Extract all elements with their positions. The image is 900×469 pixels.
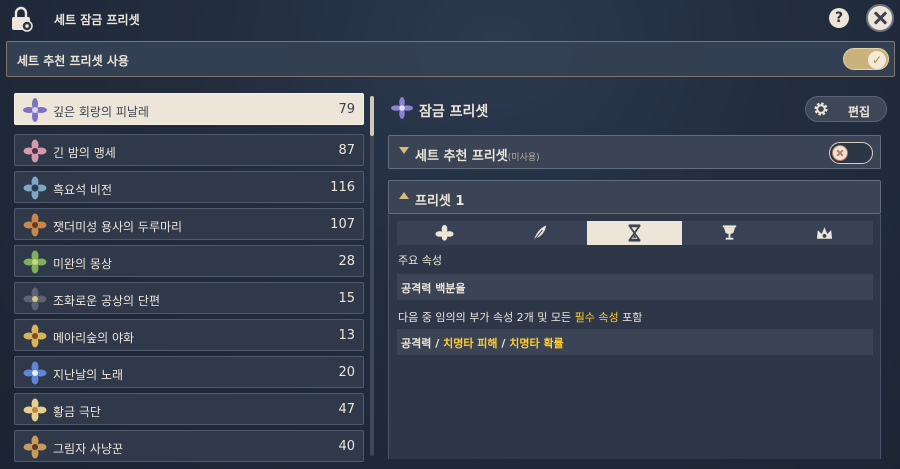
list-item[interactable]: 지난날의 노래 20 (14, 356, 364, 388)
green-flower-icon (23, 250, 47, 274)
tab-plume[interactable] (492, 221, 587, 245)
set-count: 87 (338, 143, 355, 158)
tab-goblet[interactable] (682, 221, 777, 245)
use-recommended-preset-label: 세트 추천 프리셋 사용 (17, 54, 129, 68)
list-item[interactable]: 긴 밤의 맹세 87 (14, 134, 364, 166)
tab-circlet[interactable] (777, 221, 872, 245)
sub-stat-crit-dmg: 치명타 피해 (443, 337, 498, 350)
scrollbar-thumb[interactable] (370, 96, 374, 136)
main-stat-value: 공격력 백분율 (401, 282, 466, 295)
tab-flower[interactable] (397, 221, 492, 245)
violet-flower-icon (391, 97, 413, 119)
sub-stat-rule-prefix: 다음 중 임의의 부가 속성 2개 및 모든 (398, 311, 572, 324)
set-name: 황금 극단 (53, 405, 101, 419)
set-count: 79 (338, 102, 355, 117)
artifact-set-list: 깊은 회랑의 피날레 79 긴 밤의 맹세 87 흑요석 비전 116 잿더미성… (14, 93, 366, 469)
list-scrollbar[interactable] (370, 96, 374, 456)
list-item[interactable]: 조화로운 공상의 단편 15 (14, 282, 364, 314)
pink-flower-icon (23, 139, 47, 163)
list-item[interactable]: 황금 극단 47 (14, 393, 364, 425)
set-name: 흑요석 비전 (53, 183, 113, 197)
close-button[interactable] (866, 4, 894, 32)
sub-stats-value: 공격력 / 치명타 피해 / 치명타 확률 (401, 335, 564, 351)
section-title: 세트 추천 프리셋(미사용) (415, 149, 540, 164)
recommend-preset-section[interactable]: 세트 추천 프리셋(미사용) (388, 135, 881, 169)
gold-flower-icon (23, 324, 47, 348)
hourglass-icon (628, 224, 641, 242)
use-recommended-preset-toggle[interactable]: ✓ (843, 48, 889, 70)
scroll-flower-icon (23, 213, 47, 237)
set-name: 긴 밤의 맹세 (53, 146, 116, 160)
required-stat-highlight: 필수 속성 (574, 311, 619, 324)
golden-flower-icon (23, 398, 47, 422)
gear-icon (814, 102, 828, 116)
sub-stat-rule-suffix: 포함 (622, 311, 643, 324)
dark-flower-icon (23, 287, 47, 311)
list-item[interactable]: 메아리숲의 야화 13 (14, 319, 364, 351)
set-count: 28 (338, 254, 355, 269)
panel-title: 잠금 프리셋 (419, 104, 489, 120)
blue-flower-icon (23, 361, 47, 385)
sub-stat-crit-rate: 치명타 확률 (509, 337, 564, 350)
sub-stats-box: 공격력 / 치명타 피해 / 치명타 확률 (397, 329, 873, 355)
main-stat-label: 주요 속성 (398, 254, 442, 267)
edit-button[interactable]: 편집 (805, 96, 887, 122)
main-stat-box: 공격력 백분율 (397, 274, 873, 300)
list-item[interactable]: 깊은 회랑의 피날레 79 (14, 93, 364, 125)
flower-icon (435, 224, 454, 241)
set-name: 깊은 회랑의 피날레 (53, 105, 149, 119)
list-item[interactable]: 미완의 몽상 28 (14, 245, 364, 277)
sub-stat-atk: 공격력 (401, 337, 432, 350)
preset-body: 주요 속성 공격력 백분율 다음 중 임의의 부가 속성 2개 및 모든 필수 … (388, 214, 881, 459)
sub-stat-rule: 다음 중 임의의 부가 속성 2개 및 모든 필수 속성 포함 (398, 309, 642, 325)
crown-icon (816, 227, 833, 239)
page-title: 세트 잠금 프리셋 (54, 13, 140, 27)
collapse-arrow-icon (399, 147, 409, 154)
set-name: 메아리숲의 야화 (53, 331, 135, 345)
use-recommended-preset-row: 세트 추천 프리셋 사용 ✓ (6, 41, 895, 77)
set-count: 13 (338, 328, 355, 343)
violet-flower-icon (23, 98, 47, 122)
help-icon[interactable]: ? (829, 8, 849, 28)
set-name: 미완의 몽상 (53, 257, 113, 271)
section-subtitle: (미사용) (507, 153, 540, 163)
set-name: 잿더미성 용사의 두루마리 (53, 220, 183, 234)
set-count: 107 (330, 217, 355, 232)
set-name: 지난날의 노래 (53, 368, 124, 382)
list-item[interactable]: 그림자 사냥꾼 40 (14, 430, 364, 462)
set-count: 20 (338, 365, 355, 380)
list-item[interactable]: 흑요석 비전 116 (14, 171, 364, 203)
feather-icon (533, 225, 547, 241)
check-icon: ✓ (868, 51, 886, 69)
set-count: 15 (338, 291, 355, 306)
separator: / (501, 337, 506, 350)
tab-sands[interactable] (587, 221, 682, 245)
expand-arrow-icon (399, 192, 409, 199)
obsidian-flower-icon (23, 176, 47, 200)
set-count: 116 (330, 180, 355, 195)
preset-1-section[interactable]: 프리셋 1 (388, 180, 881, 214)
recommend-preset-toggle[interactable] (829, 142, 873, 164)
goblet-icon (722, 225, 737, 240)
artifact-slot-tabs (397, 221, 873, 245)
separator: / (435, 337, 440, 350)
title-bar: 세트 잠금 프리셋 ? (0, 0, 900, 38)
list-item[interactable]: 잿더미성 용사의 두루마리 107 (14, 208, 364, 240)
set-count: 47 (338, 402, 355, 417)
hunter-flower-icon (23, 435, 47, 459)
window: 세트 잠금 프리셋 ? 세트 추천 프리셋 사용 ✓ 깊은 회랑의 피날레 79… (0, 0, 900, 469)
set-count: 40 (338, 439, 355, 454)
x-icon (832, 145, 848, 161)
section-title: 프리셋 1 (415, 194, 465, 209)
edit-button-label: 편집 (848, 105, 871, 119)
lock-gear-icon (12, 6, 33, 32)
set-name: 그림자 사냥꾼 (53, 442, 124, 456)
preset-detail-panel: 잠금 프리셋 편집 세트 추천 프리셋(미사용) 프리셋 1 주요 속성 공격력… (388, 93, 888, 469)
set-name: 조화로운 공상의 단편 (53, 294, 160, 308)
